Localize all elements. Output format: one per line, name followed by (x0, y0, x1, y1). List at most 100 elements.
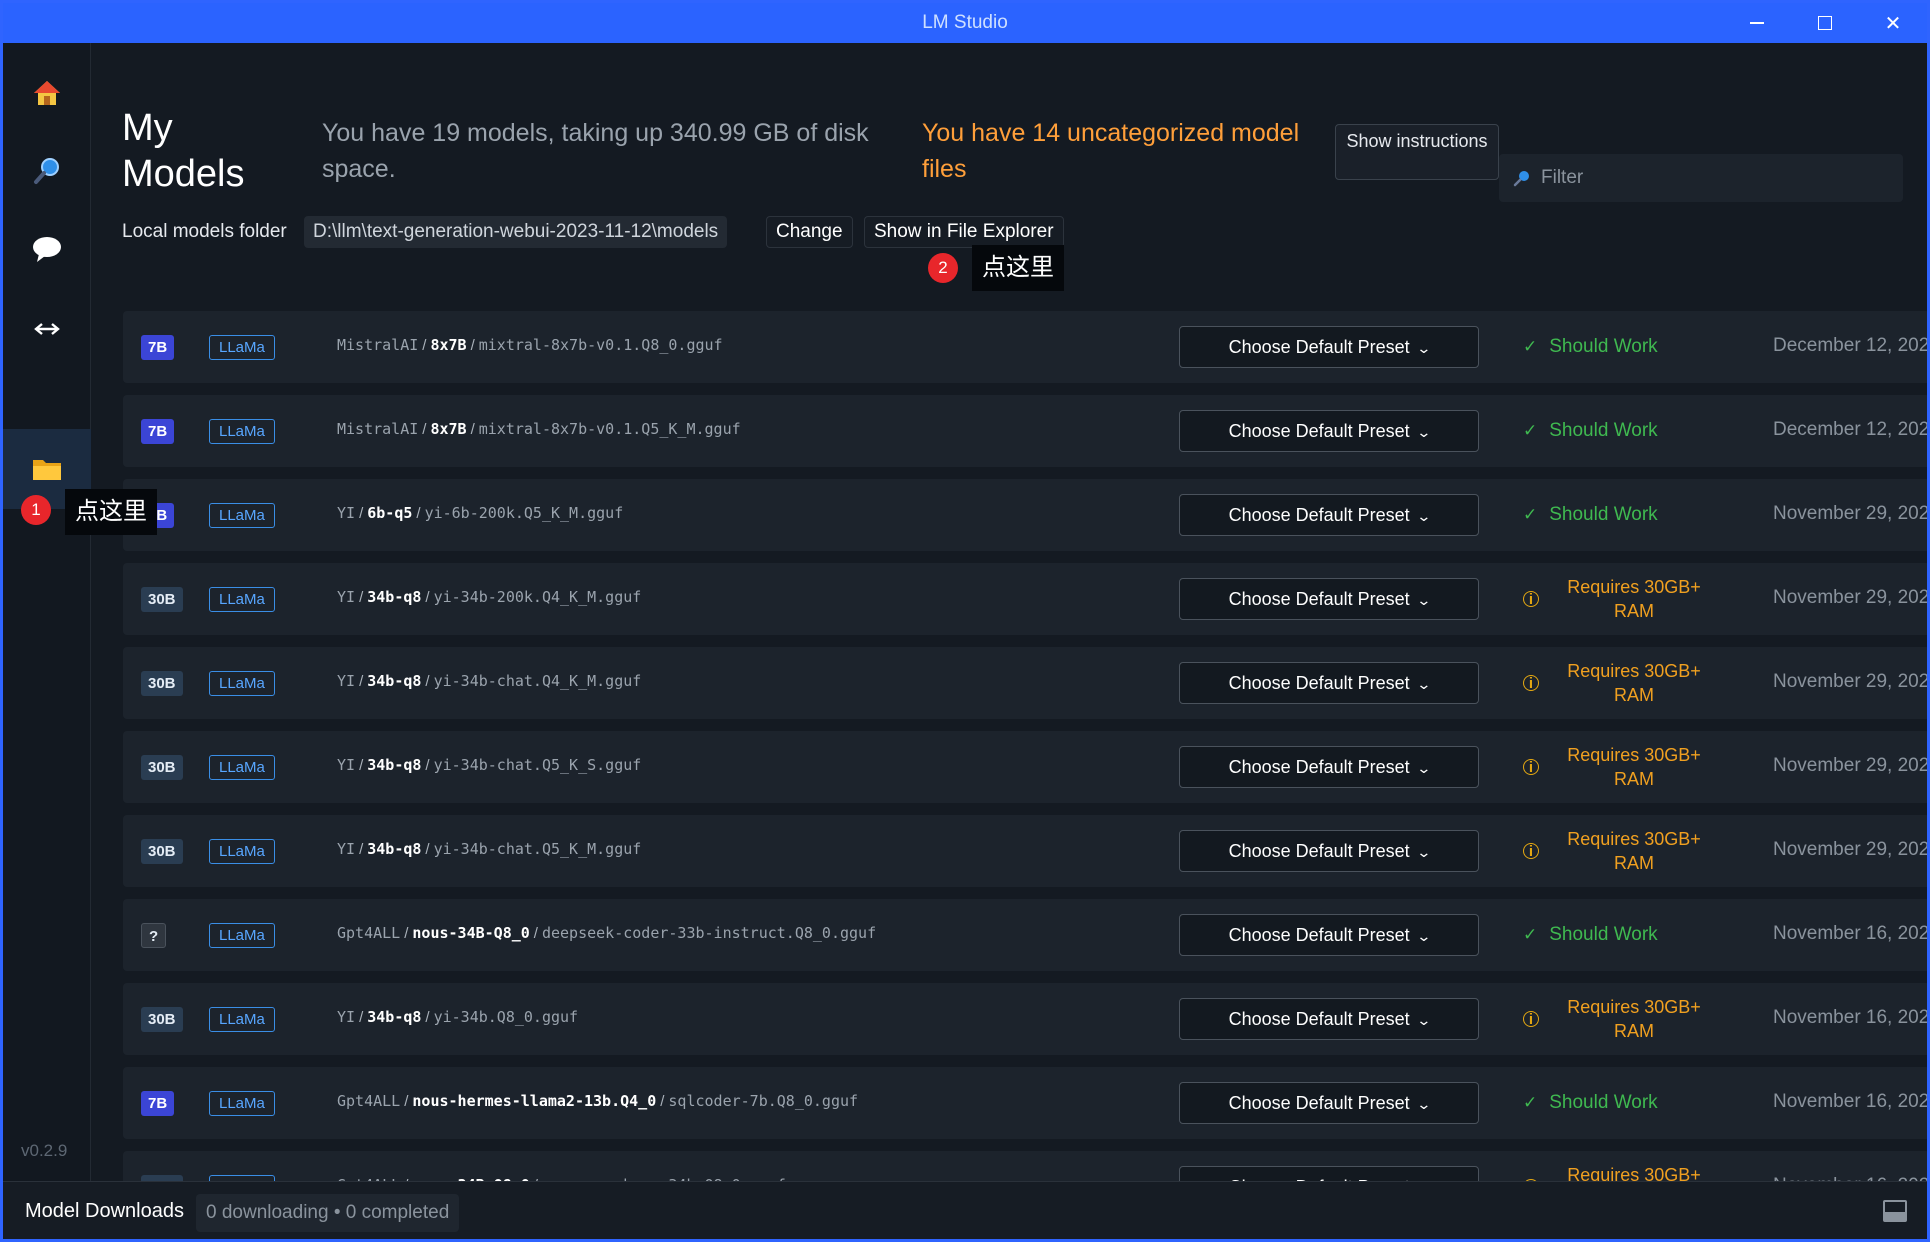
model-variant: 34b-q8 (367, 672, 422, 690)
model-variant: 8x7B (430, 336, 467, 354)
status-text: Requires 30GB+ RAM (1567, 829, 1701, 873)
model-path: YI/34b-q8/yi-34b-chat.Q4_K_M.gguf (337, 672, 641, 690)
show-in-file-explorer-button[interactable]: Show in File Explorer (864, 216, 1064, 248)
size-badge: 30B (141, 587, 183, 612)
model-variant: 34b-q8 (367, 840, 422, 858)
path-separator: / (404, 1093, 409, 1110)
model-path: YI/6b-q5/yi-6b-200k.Q5_K_M.gguf (337, 504, 623, 522)
model-row[interactable]: 7B LLaMa MistralAI/8x7B / mixtral-8x7b-v0.… (123, 395, 1927, 467)
info-icon: i (1523, 1011, 1539, 1028)
arch-badge: LLaMa (209, 1091, 275, 1116)
model-row[interactable]: 30B LLaMa Gpt4ALL/nous-34B-Q8_0/nous-cap… (123, 1151, 1927, 1181)
compatibility-status: i Requires 30GB+ RAM (1523, 815, 1713, 887)
path-separator: / (422, 421, 427, 438)
check-icon: ✓ (1523, 925, 1538, 944)
preset-label: Choose Default Preset (1228, 925, 1410, 945)
path-separator: / (359, 841, 364, 858)
sidebar-item-home[interactable] (3, 53, 91, 133)
model-date: November 16, 2023 (1773, 1091, 1930, 1112)
preset-label: Choose Default Preset (1228, 505, 1410, 525)
minimize-icon (1750, 22, 1764, 24)
path-separator: / (533, 925, 538, 942)
status-text: Should Work (1549, 924, 1658, 945)
model-publisher: YI (337, 756, 356, 774)
arch-badge: LLaMa (209, 1007, 275, 1032)
choose-default-preset-dropdown[interactable]: Choose Default Preset⌄ (1179, 494, 1479, 536)
model-date: November 29, 2023 (1773, 503, 1930, 524)
model-file: yi-34b-chat.Q5_K_S.gguf (433, 756, 642, 774)
choose-default-preset-dropdown[interactable]: Choose Default Preset⌄ (1179, 830, 1479, 872)
sidebar-item-server[interactable] (3, 289, 91, 369)
minimize-button[interactable] (1723, 3, 1791, 43)
model-row[interactable]: 7B LLaMa MistralAI/8x7B / mixtral-8x7b-v0.… (123, 311, 1927, 383)
uncategorized-warning: You have 14 uncategorized model files (922, 119, 1300, 183)
status-text: Requires 30GB+ RAM (1567, 745, 1701, 789)
model-path: YI/34b-q8/yi-34b-chat.Q5_K_M.gguf (337, 840, 641, 858)
model-row[interactable]: 30B LLaMa YI/34b-q8/yi-34b-chat.Q4_K_M.g… (123, 647, 1927, 719)
model-downloads-title[interactable]: Model Downloads (25, 1200, 184, 1223)
downloads-bar: Model Downloads 0 downloading • 0 comple… (3, 1181, 1927, 1239)
path-separator: / (359, 1009, 364, 1026)
model-row[interactable]: 30B LLaMa YI/34b-q8/yi-34b-200k.Q4_K_M.g… (123, 563, 1927, 635)
search-icon (1513, 171, 1529, 187)
choose-default-preset-dropdown[interactable]: Choose Default Preset⌄ (1179, 1166, 1479, 1181)
local-models-folder-path: D:\llm\text-generation-webui-2023-11-12\… (304, 216, 728, 248)
model-row[interactable]: 30B LLaMa YI/34b-q8/yi-34b-chat.Q5_K_M.g… (123, 815, 1927, 887)
model-publisher: MistralAI (337, 420, 419, 438)
compatibility-status: ✓ Should Work (1523, 479, 1713, 551)
compatibility-status: i Requires 30GB+ RAM (1523, 731, 1713, 803)
model-path: Gpt4ALL / nous-hermes-llama2-13b.Q4_0/sqlc… (337, 1092, 858, 1110)
home-icon (34, 81, 60, 105)
choose-default-preset-dropdown[interactable]: Choose Default Preset⌄ (1179, 998, 1479, 1040)
window-title: LM Studio (922, 12, 1008, 33)
choose-default-preset-dropdown[interactable]: Choose Default Preset⌄ (1179, 746, 1479, 788)
size-badge: 7B (141, 335, 175, 360)
status-text: Requires 30GB+ RAM (1567, 661, 1701, 705)
model-variant: 34b-q8 (367, 588, 422, 606)
chevron-down-icon: ⌄ (1415, 844, 1432, 860)
show-instructions-button[interactable]: Show instructions (1335, 124, 1499, 180)
status-text: Requires 30GB+ RAM (1567, 577, 1701, 621)
annotation-marker-1: 1 (21, 495, 51, 525)
path-separator: / (425, 841, 430, 858)
choose-default-preset-dropdown[interactable]: Choose Default Preset⌄ (1179, 1082, 1479, 1124)
annotation-note-1: 点这里 (65, 489, 157, 535)
model-row[interactable]: 30B LLaMa YI/34b-q8/yi-34b.Q8_0.gguf Cho… (123, 983, 1927, 1055)
panel-toggle-icon[interactable] (1883, 1200, 1907, 1222)
model-row[interactable]: 30B LLaMa YI/34b-q8/yi-34b-chat.Q5_K_S.g… (123, 731, 1927, 803)
chevron-down-icon: ⌄ (1415, 340, 1432, 356)
model-path: MistralAI/8x7B / mixtral-8x7b-v0.1.Q8_0.gg… (337, 336, 723, 354)
status-text: Should Work (1549, 420, 1658, 441)
chevron-down-icon: ⌄ (1415, 592, 1432, 608)
status-text: Requires 30GB+ RAM (1567, 997, 1701, 1041)
model-row[interactable]: 7B LLaMa Gpt4ALL / nous-hermes-llama2-13b.… (123, 1067, 1930, 1139)
sidebar-item-search[interactable] (3, 131, 91, 211)
sidebar-item-chat[interactable] (3, 209, 91, 289)
app-version: v0.2.9 (21, 1141, 68, 1160)
filter-input[interactable] (1541, 167, 1881, 189)
annotation-note-2: 点这里 (972, 245, 1064, 291)
choose-default-preset-dropdown[interactable]: Choose Default Preset⌄ (1179, 578, 1479, 620)
model-row[interactable]: 7B LLaMa YI/6b-q5/yi-6b-200k.Q5_K_M.gguf… (123, 479, 1930, 551)
choose-default-preset-dropdown[interactable]: Choose Default Preset⌄ (1179, 326, 1479, 368)
path-separator: / (359, 589, 364, 606)
choose-default-preset-dropdown[interactable]: Choose Default Preset⌄ (1179, 662, 1479, 704)
close-button[interactable]: ✕ (1859, 3, 1927, 43)
size-badge: 7B (141, 1091, 175, 1116)
search-icon (34, 158, 59, 184)
chevron-down-icon: ⌄ (1415, 1096, 1432, 1112)
choose-default-preset-dropdown[interactable]: Choose Default Preset⌄ (1179, 410, 1479, 452)
model-list: 7B LLaMa MistralAI/8x7B / mixtral-8x7b-v0.… (123, 311, 1930, 1181)
change-folder-button[interactable]: Change (766, 216, 853, 248)
model-file: yi-34b.Q8_0.gguf (433, 1008, 579, 1026)
model-variant: nous-hermes-llama2-13b.Q4_0 (412, 1092, 657, 1110)
maximize-button[interactable] (1791, 3, 1859, 43)
model-file: sqlcoder-7b.Q8_0.gguf (668, 1092, 859, 1110)
filter-box[interactable] (1499, 154, 1903, 202)
choose-default-preset-dropdown[interactable]: Choose Default Preset⌄ (1179, 914, 1479, 956)
chevron-down-icon: ⌄ (1415, 424, 1432, 440)
model-row[interactable]: ? LLaMa Gpt4ALL / nous-34B-Q8_0/deepseek-c… (123, 899, 1930, 971)
info-icon: i (1523, 759, 1539, 776)
model-date: November 16, 2023 (1773, 923, 1930, 944)
info-icon: i (1523, 591, 1539, 608)
